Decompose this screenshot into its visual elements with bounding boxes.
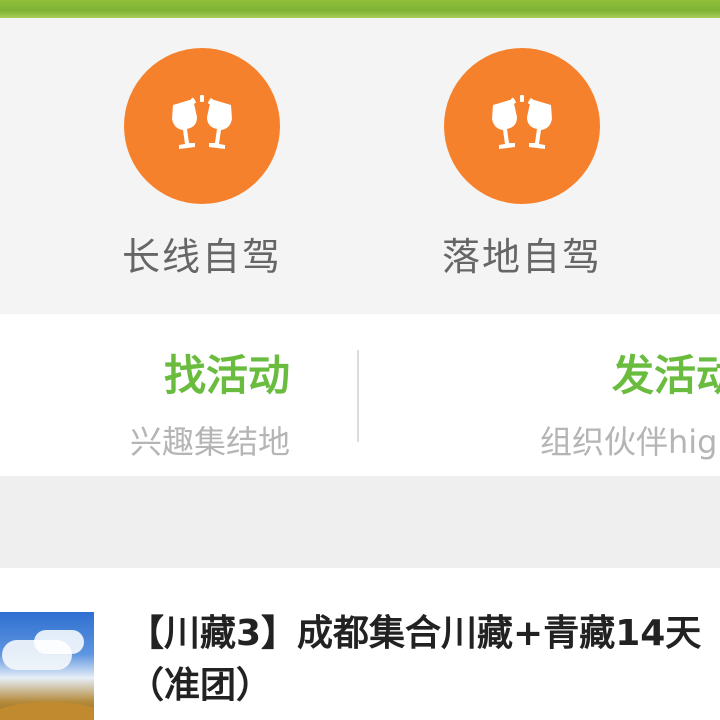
cheers-icon xyxy=(492,95,552,149)
trip-title: 【川藏3】成都集合川藏+青藏14天（准团） xyxy=(128,613,702,706)
cheers-icon xyxy=(172,95,232,149)
post-activity-title: 发活动 xyxy=(612,351,720,400)
category-icon-circle xyxy=(444,48,600,204)
top-banner-image[interactable] xyxy=(0,0,720,18)
thumbnail-hill xyxy=(0,702,94,720)
category-local-drive[interactable]: 落地自驾 xyxy=(422,48,622,281)
section-gap xyxy=(0,476,720,568)
find-activity-subtitle: 兴趣集结地 xyxy=(129,423,290,461)
action-strip: 找活动 兴趣集结地 发活动 组织伙伴high xyxy=(0,314,720,476)
thumbnail-cloud xyxy=(34,630,84,654)
category-label: 长线自驾 xyxy=(121,235,282,279)
list-item[interactable]: 【川藏3】成都集合川藏+青藏14天（准团） xyxy=(0,568,720,720)
category-panel: 长线自驾 落地自驾 xyxy=(0,18,720,314)
divider xyxy=(357,350,359,442)
trip-thumbnail[interactable] xyxy=(0,612,94,720)
find-activity-title: 找活动 xyxy=(163,351,290,400)
category-icon-circle xyxy=(124,48,280,204)
category-label: 落地自驾 xyxy=(441,235,602,279)
post-activity-subtitle: 组织伙伴high xyxy=(540,423,720,461)
post-activity-button[interactable]: 发活动 组织伙伴high xyxy=(540,342,720,463)
find-activity-button[interactable]: 找活动 兴趣集结地 xyxy=(0,342,290,463)
category-long-drive[interactable]: 长线自驾 xyxy=(102,48,302,281)
